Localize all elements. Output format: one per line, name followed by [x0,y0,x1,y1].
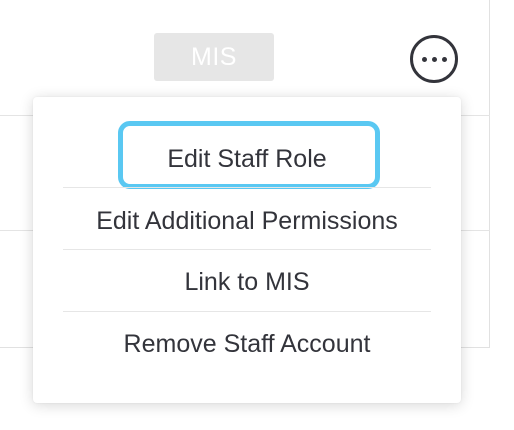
staff-table-area: MIS Edit Staff Role Edit Additional Perm… [0,0,514,430]
staff-actions-menu: Edit Staff Role Edit Additional Permissi… [33,97,461,403]
more-horizontal-icon-dot [441,56,447,62]
more-horizontal-icon-dot [431,56,437,62]
more-options-button[interactable] [410,35,458,83]
menu-divider [63,249,431,250]
menu-item-remove-staff-account[interactable]: Remove Staff Account [63,314,431,374]
mis-badge: MIS [154,33,274,81]
more-horizontal-icon-dot [421,56,427,62]
menu-divider [63,187,431,188]
menu-divider [63,311,431,312]
menu-item-edit-staff-role[interactable]: Edit Staff Role [63,129,431,189]
menu-item-edit-additional-permissions[interactable]: Edit Additional Permissions [63,191,431,251]
menu-item-link-to-mis[interactable]: Link to MIS [63,252,431,312]
